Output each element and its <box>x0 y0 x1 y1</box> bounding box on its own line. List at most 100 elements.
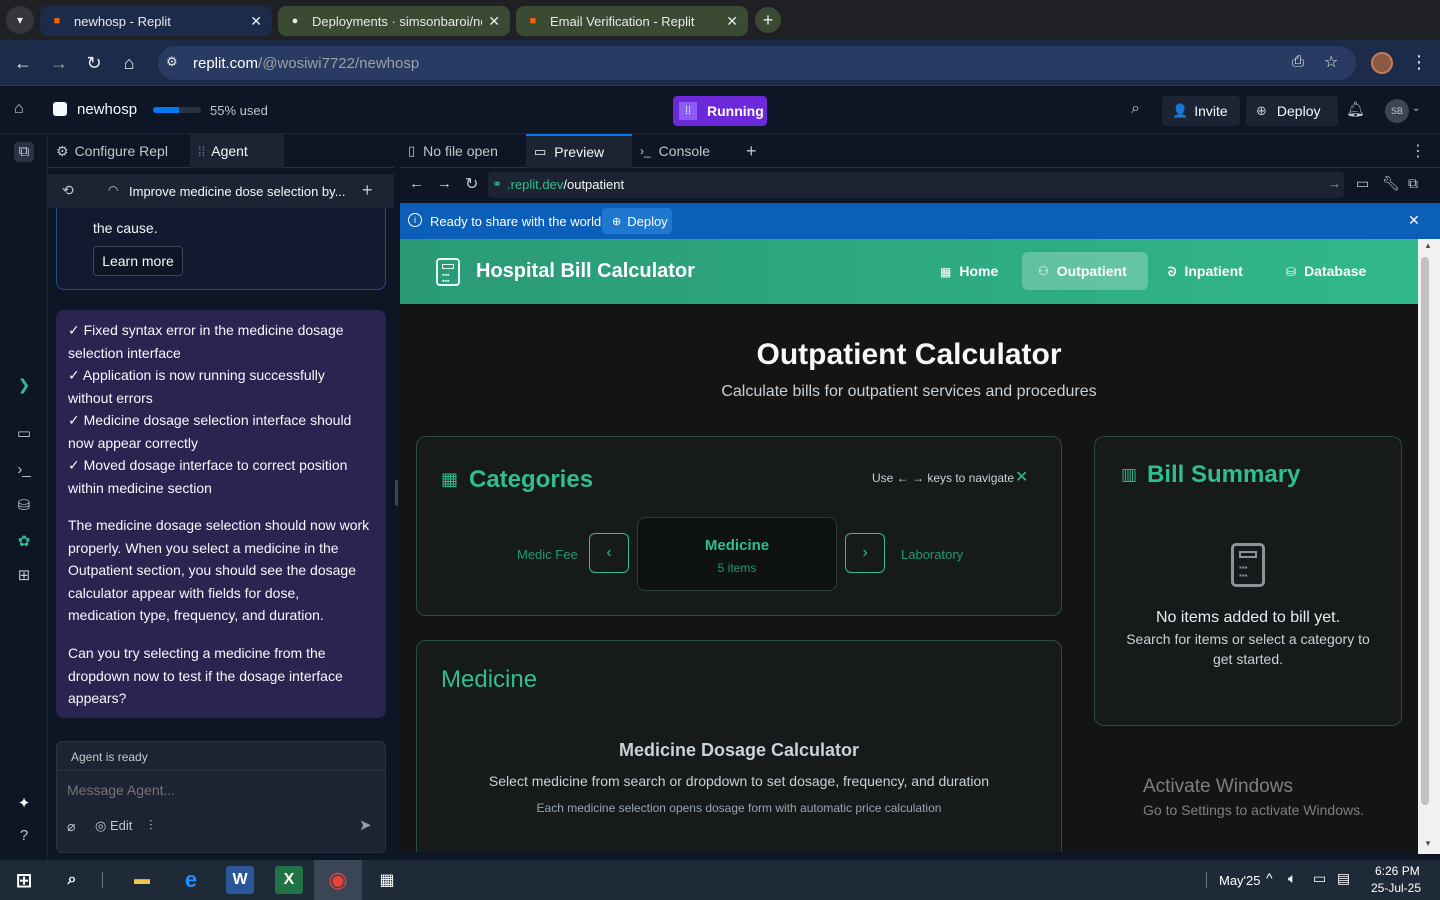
empty-hint-line: Search for items or select a category to <box>1126 631 1370 647</box>
network-icon[interactable]: ▭ <box>1313 870 1326 887</box>
reload-icon[interactable]: ↻ <box>83 52 105 74</box>
scrollbar-thumb[interactable] <box>1421 257 1429 805</box>
address-bar[interactable]: ⚙ replit.com/@wosiwi7722/newhosp ⎙ ☆ <box>158 46 1356 80</box>
nav-inpatient[interactable]: ᘐ Inpatient <box>1168 263 1243 280</box>
tab-no-file[interactable]: ▯ No file open <box>408 134 498 168</box>
files-toggle-icon[interactable]: ⧉ <box>14 142 34 162</box>
device-icon[interactable]: ▭ <box>1356 175 1369 192</box>
all-tools-icon[interactable]: ⊞ <box>14 566 34 586</box>
category-next-label[interactable]: Laboratory <box>901 547 963 562</box>
history-icon[interactable]: ⟲ <box>62 182 74 199</box>
bookmark-star-icon[interactable]: ☆ <box>1324 52 1338 72</box>
close-tab-icon[interactable]: ✕ <box>488 13 500 30</box>
word-icon[interactable]: W <box>226 866 254 894</box>
show-hidden-icons-icon[interactable]: ^ <box>1266 870 1273 886</box>
edit-mode-button[interactable]: ◎ Edit <box>95 818 132 834</box>
browser-tab-email-verification[interactable]: ■ Email Verification - Replit ✕ <box>516 6 748 36</box>
chrome-icon[interactable]: ◉ <box>324 866 352 894</box>
thread-title[interactable]: Improve medicine dose selection by... <box>129 184 346 199</box>
send-icon[interactable]: ➤ <box>359 816 372 834</box>
project-name[interactable]: newhosp <box>77 101 137 118</box>
site-info-icon[interactable]: ⚙ <box>166 54 178 70</box>
tab-configure-repl[interactable]: ⚙ Configure Repl <box>56 134 168 168</box>
deploy-button[interactable]: ⊕ Deploy <box>1246 96 1338 126</box>
edge-icon[interactable]: e <box>177 866 205 894</box>
nav-home[interactable]: ▦ Home <box>940 263 998 279</box>
back-arrow-icon[interactable]: ← <box>12 52 34 74</box>
devtools-wrench-icon[interactable]: 🔧︎ <box>1382 175 1400 192</box>
learn-more-button[interactable]: Learn more <box>93 246 183 276</box>
profile-avatar[interactable] <box>1371 52 1393 74</box>
help-icon[interactable]: ? <box>14 826 34 846</box>
nav-database[interactable]: ⛁ Database <box>1286 263 1366 279</box>
more-options-icon[interactable]: ⋮ <box>1410 134 1426 168</box>
notification-center-icon[interactable]: ▤ <box>1337 870 1350 887</box>
tab-console[interactable]: ›_ Console <box>640 134 710 168</box>
panel-resize-handle[interactable] <box>395 480 398 506</box>
category-prev-button[interactable]: ‹ <box>589 533 629 573</box>
settings-sliders-icon[interactable]: ⫶ <box>149 817 153 834</box>
message-agent-input[interactable] <box>67 778 367 802</box>
banner-deploy-button[interactable]: ⊕ Deploy <box>602 208 672 234</box>
search-icon[interactable]: ⌕ <box>58 866 86 894</box>
open-url-arrow-icon[interactable]: → <box>1328 176 1341 191</box>
invite-button[interactable]: 👤 Invite <box>1162 96 1240 126</box>
category-prev-label[interactable]: Medic Fee <box>517 547 578 562</box>
add-tab-icon[interactable]: + <box>746 134 757 168</box>
close-tab-icon[interactable]: ✕ <box>726 13 738 30</box>
search-icon[interactable]: ⌕ <box>1131 100 1140 118</box>
chevron-down-icon[interactable]: ⌄ <box>1412 103 1420 114</box>
nav-outpatient[interactable]: ⚇ Outpatient <box>1022 252 1148 290</box>
users-icon: ⚇ <box>1038 264 1049 278</box>
scroll-up-icon[interactable]: ▲ <box>1424 241 1432 250</box>
usage-bar <box>153 107 201 113</box>
forward-arrow-icon[interactable]: → <box>48 52 70 74</box>
deployments-icon[interactable]: ✿ <box>14 532 34 552</box>
browser-tab-newhosp[interactable]: ■ newhosp - Replit ✕ <box>40 6 272 36</box>
calculator-icon[interactable]: ▦ <box>373 866 401 894</box>
home-icon[interactable]: ⌂ <box>118 52 140 74</box>
weather-label[interactable]: May'25 <box>1219 873 1261 888</box>
tab-agent[interactable]: ⁞⁞ Agent <box>190 134 284 168</box>
run-status-button[interactable]: ⁞⁞ Running <box>673 96 767 126</box>
volume-icon[interactable]: 🔈︎ <box>1288 870 1296 887</box>
clock-date[interactable]: 25-Jul-25 <box>1371 881 1421 895</box>
browser-menu-icon[interactable]: ⋮ <box>1410 52 1428 73</box>
agent-icon[interactable]: ❯ <box>14 376 34 396</box>
stethoscope-icon: ᘐ <box>1168 265 1177 279</box>
sparkle-icon[interactable]: ✦ <box>14 794 34 814</box>
browser-tab-deployments[interactable]: ● Deployments · simsonbaroi/nev ✕ <box>278 6 510 36</box>
excel-icon[interactable]: X <box>275 866 303 894</box>
tab-preview[interactable]: ▭ Preview <box>526 134 632 168</box>
install-app-icon[interactable]: ⎙ <box>1292 53 1304 70</box>
file-explorer-icon[interactable]: ▬ <box>128 866 156 894</box>
notifications-bell-icon[interactable]: 🔔︎ <box>1346 100 1365 118</box>
database-icon[interactable]: ⛁ <box>14 496 34 516</box>
category-next-button[interactable]: › <box>845 533 885 573</box>
new-tab-button[interactable]: + <box>755 7 781 33</box>
bill-summary-title: Bill Summary <box>1147 461 1301 488</box>
agent-panel: ⚙ Configure Repl ⁞⁞ Agent ⟲ ◠ Improve me… <box>48 134 394 860</box>
console-icon[interactable]: ›_ <box>14 460 34 480</box>
back-arrow-icon[interactable]: ← <box>409 175 424 192</box>
clock-time[interactable]: 6:26 PM <box>1375 864 1420 878</box>
open-new-window-icon[interactable]: ⧉ <box>1408 175 1418 192</box>
user-avatar[interactable]: SB <box>1385 99 1409 123</box>
close-icon[interactable]: ✕ <box>1408 212 1420 229</box>
close-icon[interactable]: ✕ <box>1015 467 1028 487</box>
category-current[interactable]: Medicine 5 items <box>637 517 837 591</box>
preview-url-field[interactable]: ⚭ .replit.dev/outpatient → <box>488 172 1344 198</box>
new-thread-icon[interactable]: + <box>362 180 373 201</box>
preview-icon[interactable]: ▭ <box>14 424 34 444</box>
windows-start-icon[interactable]: ⊞ <box>10 866 38 894</box>
app-title[interactable]: Hospital Bill Calculator <box>476 260 695 283</box>
tab-search-button[interactable]: ▾ <box>6 6 34 34</box>
home-icon[interactable]: ⌂ <box>14 100 24 118</box>
reload-icon[interactable]: ↻ <box>465 174 478 194</box>
close-tab-icon[interactable]: ✕ <box>250 13 262 30</box>
preview-scrollbar[interactable]: ▲ ▼ <box>1418 239 1440 854</box>
attach-icon[interactable]: ⌀ <box>67 818 75 835</box>
project-icon <box>53 102 67 116</box>
scroll-down-icon[interactable]: ▼ <box>1424 839 1432 848</box>
forward-arrow-icon[interactable]: → <box>437 175 452 192</box>
